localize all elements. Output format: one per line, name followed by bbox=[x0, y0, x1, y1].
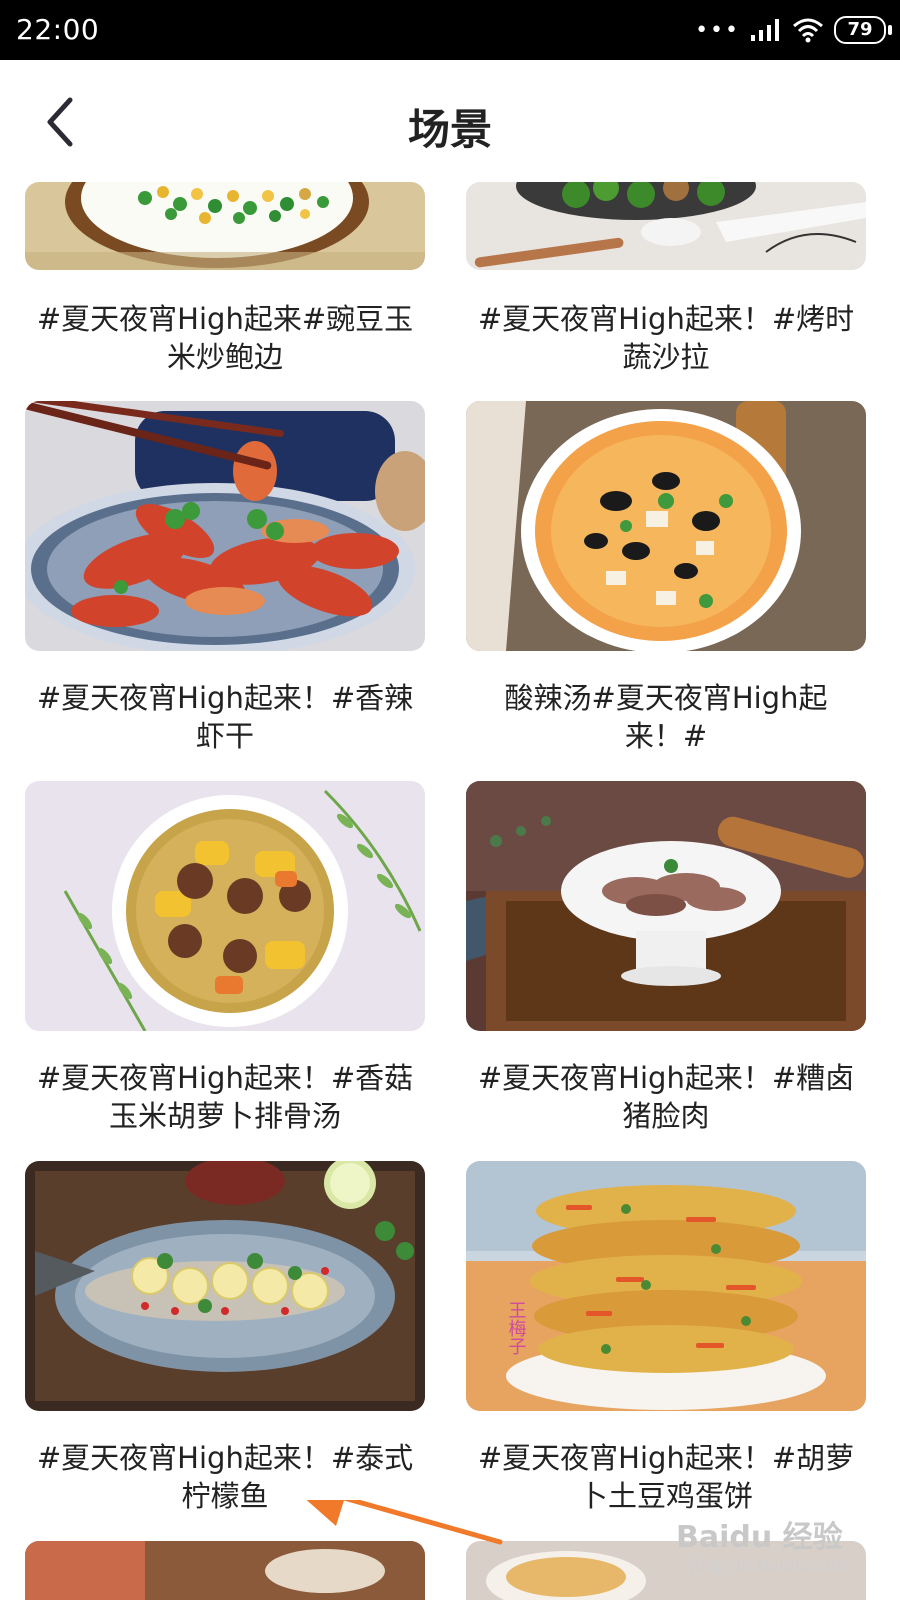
recipe-caption[interactable]: 酸辣汤#夏天夜宵High起 来！# bbox=[461, 679, 871, 755]
recipe-caption[interactable]: #夏天夜宵High起来！#香菇 玉米胡萝卜排骨汤 bbox=[20, 1059, 430, 1135]
recipe-image-pea-corn[interactable] bbox=[25, 182, 425, 270]
caption-line: 蔬沙拉 bbox=[622, 340, 710, 374]
recipe-image-corn-rib-soup[interactable] bbox=[25, 781, 425, 1031]
status-time: 22:00 bbox=[16, 13, 100, 46]
recipe-caption[interactable]: #夏天夜宵High起来！#胡萝 卜土豆鸡蛋饼 bbox=[461, 1439, 871, 1515]
caption-line: #夏天夜宵High起来！#泰式 bbox=[36, 1441, 414, 1475]
recipe-image-veg-salad[interactable] bbox=[466, 182, 866, 270]
caption-line: #夏天夜宵High起来#豌豆玉 bbox=[36, 302, 414, 336]
wifi-icon bbox=[793, 18, 823, 43]
battery-level: 79 bbox=[847, 19, 873, 40]
watermark-logo: Baidu 经验 bbox=[676, 1520, 843, 1555]
recipe-caption[interactable]: #夏天夜宵High起来#豌豆玉 米炒鲍边 bbox=[20, 300, 430, 376]
caption-line: 猪脸肉 bbox=[622, 1099, 710, 1133]
caption-line: #夏天夜宵High起来！#烤时 bbox=[477, 302, 855, 336]
recipe-image-lemon-fish[interactable] bbox=[25, 1161, 425, 1411]
battery-indicator: 79 bbox=[834, 16, 892, 44]
caption-line: #夏天夜宵High起来！#糟卤 bbox=[477, 1061, 855, 1095]
status-bar: 22:00 ••• 79 bbox=[0, 0, 900, 60]
caption-line: 卜土豆鸡蛋饼 bbox=[578, 1479, 753, 1513]
annotation-arrow-icon bbox=[306, 1500, 503, 1545]
recipe-image-spicy-shrimp[interactable] bbox=[25, 401, 425, 651]
recipe-caption[interactable]: #夏天夜宵High起来！#糟卤 猪脸肉 bbox=[461, 1059, 871, 1135]
signal-dots: ••• bbox=[695, 17, 740, 43]
caption-line: 米炒鲍边 bbox=[166, 340, 283, 374]
caption-line: 玉米胡萝卜排骨汤 bbox=[108, 1099, 341, 1133]
recipe-caption[interactable]: #夏天夜宵High起来！#香辣 虾干 bbox=[20, 679, 430, 755]
caption-line: #夏天夜宵High起来！#香菇 bbox=[36, 1061, 414, 1095]
recipe-image-braised-pork[interactable] bbox=[466, 781, 866, 1031]
caption-line: 来！# bbox=[624, 719, 708, 753]
page-title: 场景 bbox=[407, 105, 492, 154]
nav-bar: 场景 bbox=[0, 60, 900, 180]
recipe-image-hot-sour-soup[interactable] bbox=[466, 401, 866, 651]
caption-line: #夏天夜宵High起来！#香辣 bbox=[36, 681, 414, 715]
status-icons: ••• 79 bbox=[695, 14, 892, 46]
watermark-url: jingyan.baidu.com bbox=[690, 1556, 847, 1576]
recipe-image-veg-pancake[interactable]: 王梅子 bbox=[466, 1161, 866, 1411]
svg-text:王梅子: 王梅子 bbox=[506, 1301, 527, 1355]
caption-line: 酸辣汤#夏天夜宵High起 bbox=[504, 681, 828, 715]
caption-line: #夏天夜宵High起来！#胡萝 bbox=[477, 1441, 855, 1475]
recipe-caption[interactable]: #夏天夜宵High起来！#烤时 蔬沙拉 bbox=[461, 300, 871, 376]
signal-bars-icon bbox=[751, 19, 779, 41]
caption-line: 虾干 bbox=[195, 719, 254, 753]
